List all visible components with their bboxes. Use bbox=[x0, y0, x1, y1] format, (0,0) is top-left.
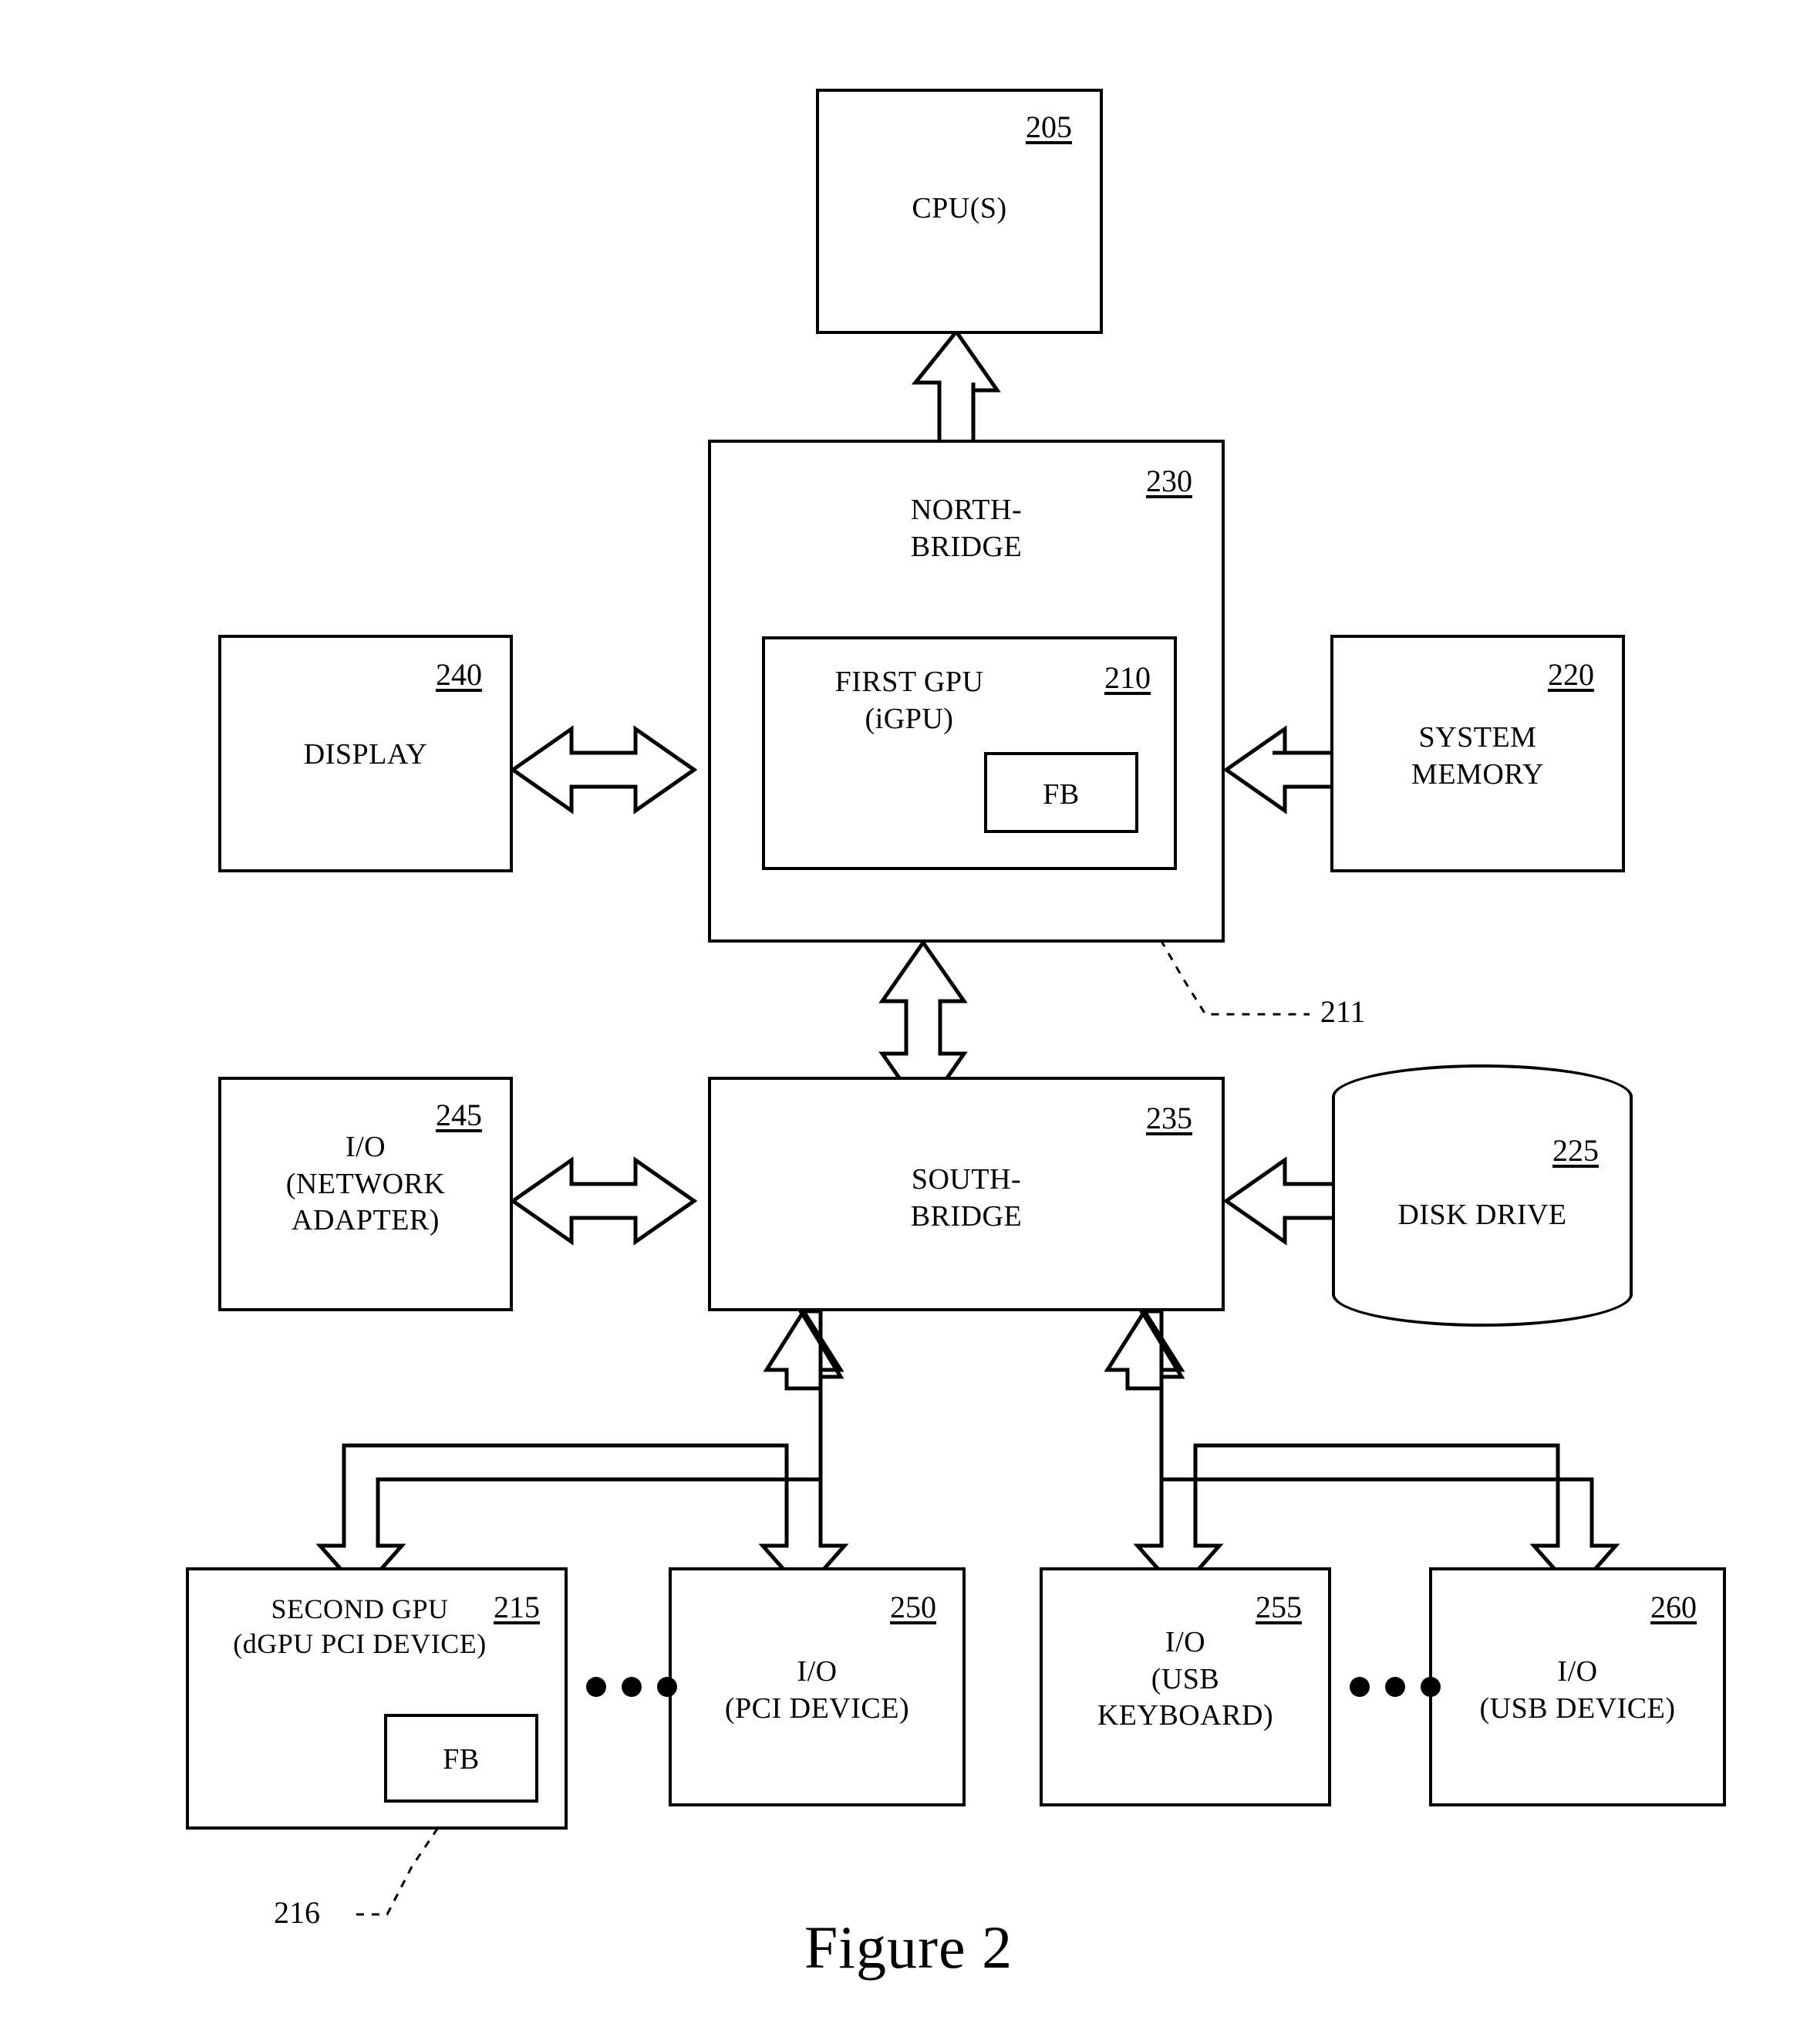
ref-260: 260 bbox=[1650, 1590, 1697, 1624]
figure-caption: Figure 2 bbox=[804, 1914, 1013, 1981]
ellipsis-dot bbox=[1421, 1677, 1441, 1697]
node-usb-device-label: I/O (USB DEVICE) bbox=[1479, 1655, 1676, 1725]
node-disk-drive-label: DISK DRIVE bbox=[1397, 1199, 1567, 1231]
node-southbridge-label: SOUTH- BRIDGE bbox=[910, 1163, 1023, 1233]
node-system-memory: 220 SYSTEM MEMORY bbox=[1330, 635, 1625, 872]
bus-southbridge-usb bbox=[1133, 1309, 1620, 1595]
ellipsis-dot bbox=[586, 1677, 606, 1697]
node-network-adapter: 245 I/O (NETWORK ADAPTER) bbox=[218, 1077, 513, 1311]
bus-right-trunk-uphead bbox=[1104, 1307, 1185, 1391]
ref-225: 225 bbox=[1552, 1133, 1599, 1168]
node-display-label: DISPLAY bbox=[303, 738, 428, 771]
bus-left-trunk-uphead bbox=[763, 1307, 844, 1391]
node-network-adapter-label: I/O (NETWORK ADAPTER) bbox=[285, 1131, 446, 1236]
node-dgpu-label: SECOND GPU (dGPU PCI DEVICE) bbox=[233, 1594, 487, 1659]
node-display: 240 DISPLAY bbox=[218, 635, 513, 872]
figure-canvas: 205 CPU(S) 230 NORTH- BRIDGE 210 FIRST G… bbox=[0, 0, 1817, 2044]
node-disk-drive: 225 DISK DRIVE bbox=[1332, 1064, 1633, 1327]
ref-240: 240 bbox=[436, 657, 482, 692]
node-usb-keyboard-label: I/O (USB KEYBOARD) bbox=[1097, 1626, 1274, 1732]
arrow-display-northbridge bbox=[509, 725, 698, 815]
ref-220: 220 bbox=[1548, 657, 1594, 692]
ellipsis-pci-devices bbox=[586, 1677, 677, 1697]
ellipsis-dot bbox=[622, 1677, 642, 1697]
ref-245: 245 bbox=[436, 1098, 482, 1132]
node-pci-device-label: I/O (PCI DEVICE) bbox=[724, 1655, 910, 1725]
disk-drive-top-mask bbox=[1335, 1097, 1630, 1132]
ref-205: 205 bbox=[1026, 110, 1072, 144]
ref-235: 235 bbox=[1146, 1101, 1192, 1135]
ellipsis-dot bbox=[1350, 1677, 1370, 1697]
node-usb-device: 260 I/O (USB DEVICE) bbox=[1429, 1567, 1726, 1806]
node-northbridge-label: NORTH- BRIDGE bbox=[910, 494, 1023, 563]
ellipsis-usb-devices bbox=[1350, 1677, 1441, 1697]
node-usb-keyboard: 255 I/O (USB KEYBOARD) bbox=[1040, 1567, 1331, 1806]
ellipsis-dot bbox=[657, 1677, 677, 1697]
node-igpu-framebuffer-label: FB bbox=[1043, 778, 1080, 811]
arrow-netadapter-southbridge bbox=[509, 1156, 698, 1246]
node-pci-device: 250 I/O (PCI DEVICE) bbox=[669, 1567, 966, 1806]
node-cpu-label: CPU(S) bbox=[912, 192, 1007, 224]
ellipsis-dot bbox=[1385, 1677, 1405, 1697]
ref-255: 255 bbox=[1256, 1590, 1302, 1624]
node-dgpu-framebuffer-label: FB bbox=[443, 1743, 480, 1776]
node-igpu-framebuffer: FB bbox=[984, 752, 1138, 833]
node-cpu: 205 CPU(S) bbox=[816, 89, 1103, 334]
bus-southbridge-pci bbox=[315, 1309, 849, 1595]
node-system-memory-label: SYSTEM MEMORY bbox=[1411, 721, 1544, 791]
ref-250: 250 bbox=[890, 1590, 936, 1624]
ref-211: 211 bbox=[1320, 994, 1366, 1029]
node-igpu-label: FIRST GPU (iGPU) bbox=[834, 666, 984, 735]
node-southbridge: 235 SOUTH- BRIDGE bbox=[708, 1077, 1225, 1311]
node-dgpu-framebuffer: FB bbox=[384, 1714, 538, 1803]
